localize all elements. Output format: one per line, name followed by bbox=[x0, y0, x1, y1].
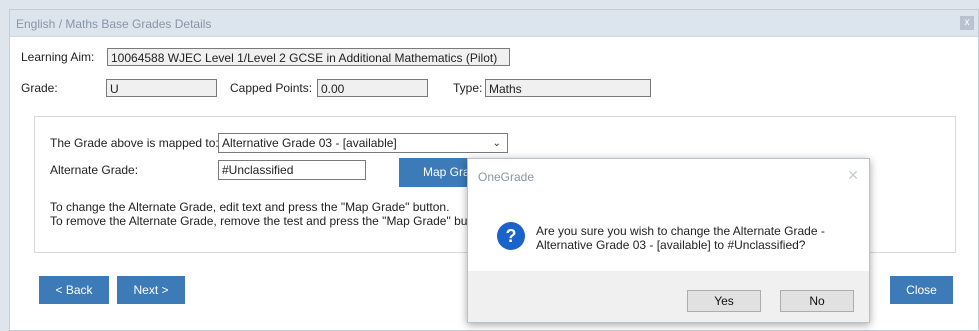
confirm-dialog: OneGrade ✕ ? Are you sure you wish to ch… bbox=[467, 158, 870, 323]
question-icon: ? bbox=[497, 222, 525, 250]
close-button[interactable]: Close bbox=[890, 276, 953, 304]
title-bar: English / Maths Base Grades Details x bbox=[10, 10, 978, 37]
learning-aim-label: Learning Aim: bbox=[21, 50, 95, 64]
window-title: English / Maths Base Grades Details bbox=[16, 17, 212, 31]
help-text-remove: To remove the Alternate Grade, remove th… bbox=[50, 214, 491, 228]
yes-button[interactable]: Yes bbox=[687, 290, 761, 312]
alternate-grade-label: Alternate Grade: bbox=[50, 163, 139, 177]
grade-label: Grade: bbox=[21, 81, 58, 95]
chevron-down-icon: ⌄ bbox=[492, 138, 501, 149]
alternate-grade-input[interactable]: #Unclassified bbox=[218, 160, 366, 180]
dialog-close-icon[interactable]: ✕ bbox=[847, 167, 859, 184]
back-button[interactable]: < Back bbox=[39, 276, 109, 304]
dialog-message-line2: Alternative Grade 03 - [available] to #U… bbox=[536, 238, 806, 252]
dialog-message-line1: Are you sure you wish to change the Alte… bbox=[536, 224, 825, 238]
next-button[interactable]: Next > bbox=[117, 276, 185, 304]
grade-field: U bbox=[106, 79, 217, 97]
no-button[interactable]: No bbox=[780, 290, 854, 312]
type-field: Maths bbox=[485, 79, 651, 97]
learning-aim-field: 10064588 WJEC Level 1/Level 2 GCSE in Ad… bbox=[107, 48, 510, 66]
alternative-grade-select-value: Alternative Grade 03 - [available] bbox=[222, 136, 397, 150]
dialog-footer: Yes No bbox=[468, 271, 869, 322]
mapped-to-label: The Grade above is mapped to: bbox=[50, 136, 219, 150]
type-label: Type: bbox=[453, 81, 483, 95]
dialog-title: OneGrade bbox=[478, 170, 535, 184]
alternative-grade-select[interactable]: Alternative Grade 03 - [available] ⌄ bbox=[218, 133, 508, 153]
help-text-change: To change the Alternate Grade, edit text… bbox=[50, 200, 450, 214]
capped-points-field: 0.00 bbox=[317, 79, 428, 97]
capped-points-label: Capped Points: bbox=[230, 81, 313, 95]
window-close-button[interactable]: x bbox=[960, 16, 974, 30]
